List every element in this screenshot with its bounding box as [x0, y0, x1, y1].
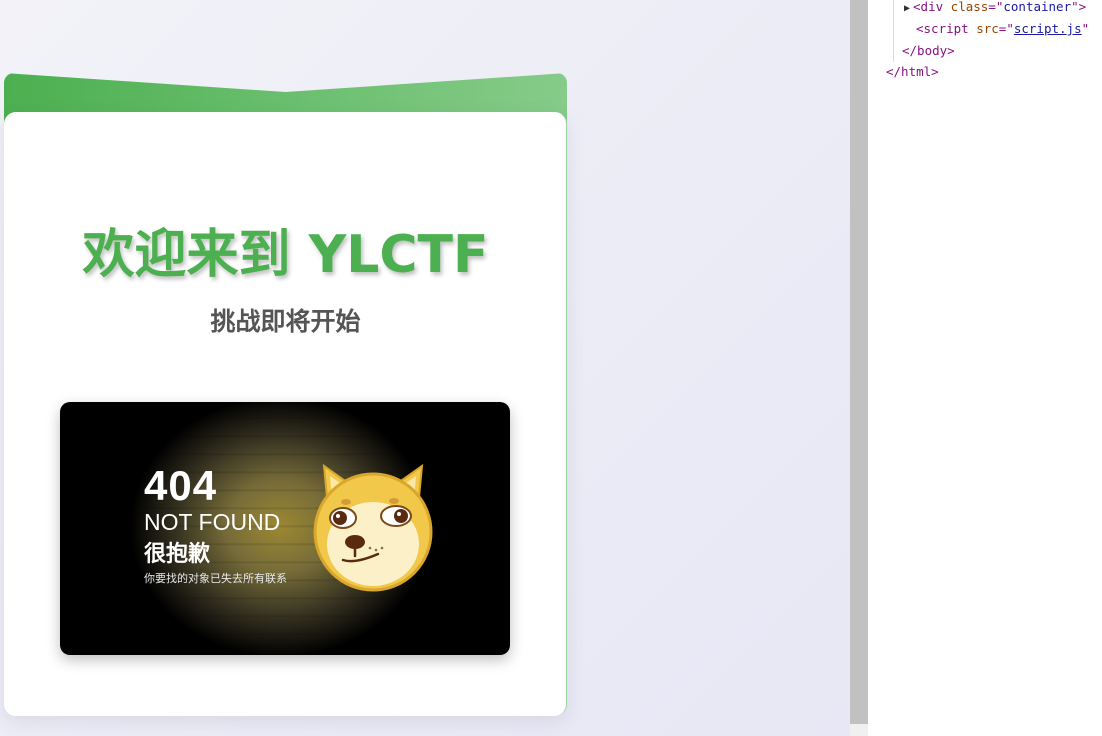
html-close-tag: </html>	[886, 64, 939, 79]
welcome-card: 欢迎来到 YLCTF 挑战即将开始 404 NOT FOUND 很抱歉 你要找的…	[4, 73, 567, 716]
page-subtitle: 挑战即将开始	[210, 307, 361, 336]
not-found-text: NOT FOUND	[144, 509, 281, 535]
devtools-elements-panel: ▶ <div class="container"> <script src="sc…	[868, 0, 1102, 736]
tag-close: "	[1081, 21, 1090, 36]
sorry-text: 很抱歉	[144, 542, 211, 567]
doge-icon	[313, 463, 433, 592]
body-close-tag: </body>	[902, 43, 955, 58]
tag-open: <script	[916, 21, 977, 36]
attr-name: class	[950, 0, 989, 14]
tag-open: <div	[913, 0, 951, 14]
page-viewport: 欢迎来到 YLCTF 挑战即将开始 404 NOT FOUND 很抱歉 你要找的…	[0, 0, 850, 736]
page-scrollbar[interactable]	[850, 0, 868, 736]
attr-name: src	[976, 21, 999, 36]
attr-value: container	[1003, 0, 1072, 14]
attr-eq: ="	[988, 0, 1004, 14]
dom-node-body-close[interactable]: </body>	[902, 41, 955, 61]
dom-node-script[interactable]: <script src="script.js"	[916, 19, 1089, 39]
expand-triangle-icon[interactable]: ▶	[904, 3, 910, 14]
scrollbar-thumb[interactable]	[850, 0, 868, 724]
not-found-image: 404 NOT FOUND 很抱歉 你要找的对象已失去所有联系	[60, 402, 510, 655]
dom-node-html-close[interactable]: </html>	[886, 62, 939, 82]
error-code-text: 404	[144, 462, 218, 509]
attr-eq: ="	[998, 21, 1014, 36]
wood-texture	[60, 402, 510, 655]
tag-close: ">	[1071, 0, 1087, 14]
card-body: 欢迎来到 YLCTF 挑战即将开始 404 NOT FOUND 很抱歉 你要找的…	[4, 112, 567, 716]
lost-contact-text: 你要找的对象已失去所有联系	[144, 572, 287, 585]
dom-node-div-container[interactable]: ▶ <div class="container">	[904, 0, 1086, 17]
script-src-link[interactable]: script.js	[1014, 21, 1082, 36]
indent-guide	[893, 0, 894, 62]
page-title: 欢迎来到 YLCTF	[82, 225, 489, 285]
